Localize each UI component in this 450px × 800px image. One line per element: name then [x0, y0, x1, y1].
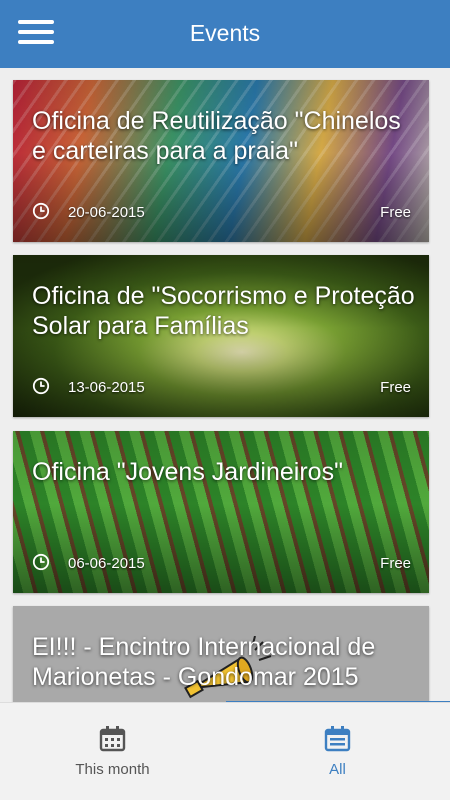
tab-label: All: [329, 761, 346, 778]
events-list[interactable]: Oficina de Reutilização "Chinelos e cart…: [0, 68, 450, 702]
event-meta: 06-06-2015 Free: [32, 553, 411, 575]
event-meta: 20-06-2015 Free: [32, 202, 411, 224]
tab-all[interactable]: All: [225, 703, 450, 800]
event-title: EI!!! - Encintro Internacional de Marion…: [32, 633, 376, 691]
page-title: Events: [189, 20, 261, 46]
event-date: 20-06-2015: [68, 204, 145, 221]
bottom-navigation: This month All: [0, 702, 450, 800]
tab-label: This month: [75, 761, 150, 778]
event-price: Free: [380, 204, 411, 221]
clock-icon: [32, 202, 50, 220]
event-card[interactable]: Oficina de Reutilização "Chinelos e cart…: [13, 80, 429, 242]
calendar-icon: [99, 726, 126, 752]
event-title: Oficina de Reutilização "Chinelos e cart…: [32, 107, 401, 165]
event-date: 13-06-2015: [68, 379, 145, 396]
event-price: Free: [380, 555, 411, 572]
event-meta: 13-06-2015 Free: [32, 377, 411, 399]
event-card[interactable]: EI!!! - Encintro Internacional de Marion…: [13, 606, 429, 702]
event-title: Oficina "Jovens Jardineiros": [32, 458, 343, 486]
event-card[interactable]: Oficina "Jovens Jardineiros" 06-06-2015 …: [13, 431, 429, 593]
event-price: Free: [380, 379, 411, 396]
event-title: Oficina de "Socorrismo e Proteção Solar …: [32, 282, 415, 340]
clock-icon: [32, 377, 50, 395]
event-card[interactable]: Oficina de "Socorrismo e Proteção Solar …: [13, 255, 429, 417]
calendar-list-icon: [324, 726, 351, 752]
event-date: 06-06-2015: [68, 555, 145, 572]
clock-icon: [32, 553, 50, 571]
app-bar: Events: [0, 0, 450, 68]
tab-this-month[interactable]: This month: [0, 703, 225, 800]
